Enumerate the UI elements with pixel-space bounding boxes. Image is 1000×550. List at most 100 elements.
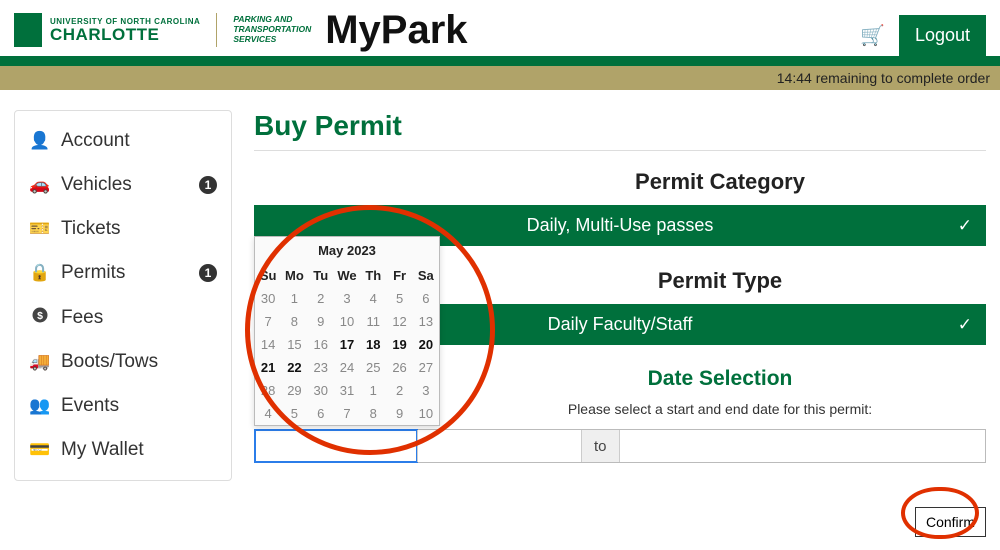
calendar-day: 5 [281,402,307,425]
app-title: MyPark [325,8,467,53]
calendar-dow: Fr [386,264,412,287]
calendar-day: 3 [334,287,360,310]
check-icon: ✓ [958,315,972,335]
calendar-day: 4 [360,287,386,310]
calendar-day: 5 [386,287,412,310]
calendar-day: 6 [308,402,334,425]
permit-category-value: Daily, Multi-Use passes [527,215,714,235]
date-picker-popup: May 2023 SuMoTuWeThFrSa30123456789101112… [254,236,440,426]
sidebar-item-tickets[interactable]: 🎫 Tickets [15,207,231,251]
org-logo: UNIVERSITY OF NORTH CAROLINA CHARLOTTE P… [14,13,311,47]
calendar-day[interactable]: 17 [334,333,360,356]
sidebar-item-label: My Wallet [61,439,144,461]
permit-category-heading: Permit Category [454,169,986,195]
calendar-day: 10 [413,402,439,425]
date-selection-help: Please select a start and end date for t… [454,401,986,417]
calendar-dow: Th [360,264,386,287]
calendar-day: 1 [281,287,307,310]
calendar-day: 23 [308,356,334,379]
calendar-day: 14 [255,333,281,356]
header: UNIVERSITY OF NORTH CAROLINA CHARLOTTE P… [0,0,1000,56]
calendar-day: 30 [255,287,281,310]
calendar-day: 7 [255,310,281,333]
sidebar-item-my-wallet[interactable]: 💳 My Wallet [15,428,231,472]
lock-icon: 🔒 [29,263,51,283]
order-timer: 14:44 remaining to complete order [777,70,990,86]
sidebar-item-label: Account [61,130,130,152]
count-badge: 1 [199,264,217,282]
calendar-day[interactable]: 18 [360,333,386,356]
calendar-day[interactable]: 19 [386,333,412,356]
calendar-day[interactable]: 22 [281,356,307,379]
sidebar-item-label: Permits [61,262,125,284]
ticket-icon: 🎫 [29,219,51,239]
logout-button[interactable]: Logout [899,15,986,56]
calendar-day: 2 [308,287,334,310]
calendar-day: 11 [360,310,386,333]
calendar-day: 16 [308,333,334,356]
calendar-dow: Su [255,264,281,287]
logo-text: UNIVERSITY OF NORTH CAROLINA CHARLOTTE [50,18,200,43]
calendar-day: 28 [255,379,281,402]
wallet-icon: 💳 [29,440,51,460]
sidebar-item-label: Vehicles [61,174,132,196]
calendar-dow: Mo [281,264,307,287]
sidebar-item-vehicles[interactable]: 🚗 Vehicles 1 [15,163,231,207]
logo-dept: PARKING AND TRANSPORTATION SERVICES [233,15,311,44]
sidebar-item-label: Tickets [61,218,120,240]
calendar-day[interactable]: 21 [255,356,281,379]
calendar-day: 27 [413,356,439,379]
calendar-dow: We [334,264,360,287]
calendar-day[interactable]: 20 [413,333,439,356]
dollar-icon: $ [29,306,51,329]
sidebar-item-label: Events [61,395,119,417]
svg-text:$: $ [37,310,43,322]
sidebar-item-account[interactable]: 👤 Account [15,119,231,163]
sidebar-item-permits[interactable]: 🔒 Permits 1 [15,251,231,295]
tow-icon: 🚚 [29,352,51,372]
calendar-day: 6 [413,287,439,310]
start-date-input[interactable] [254,429,418,463]
calendar-day: 8 [360,402,386,425]
cart-icon[interactable]: 🛒 [860,23,885,48]
user-icon: 👤 [29,131,51,151]
header-accent-bar [0,56,1000,66]
calendar-day: 15 [281,333,307,356]
sidebar-item-label: Boots/Tows [61,351,158,373]
sidebar-item-boots-tows[interactable]: 🚚 Boots/Tows [15,340,231,384]
to-label: to [581,430,620,462]
calendar-day: 1 [360,379,386,402]
calendar-dow: Tu [308,264,334,287]
people-icon: 👥 [29,396,51,416]
calendar-month-label: May 2023 [255,237,439,264]
calendar-day: 4 [255,402,281,425]
date-range-row: to [254,429,986,463]
calendar-day: 13 [413,310,439,333]
permit-type-value: Daily Faculty/Staff [548,314,693,334]
calendar-day: 7 [334,402,360,425]
calendar-grid: SuMoTuWeThFrSa30123456789101112131415161… [255,264,439,425]
check-icon: ✓ [958,216,972,236]
logo-name: CHARLOTTE [50,26,200,43]
main-panel: Buy Permit Permit Category Daily, Multi-… [254,110,986,481]
calendar-day: 12 [386,310,412,333]
calendar-day: 8 [281,310,307,333]
permit-type-heading: Permit Type [454,268,986,294]
sidebar-item-fees[interactable]: $ Fees [15,295,231,340]
page-title: Buy Permit [254,110,986,142]
end-date-input[interactable] [620,430,985,462]
calendar-day: 30 [308,379,334,402]
calendar-day: 9 [386,402,412,425]
confirm-button[interactable]: Confirm [915,507,986,537]
timer-bar: 14:44 remaining to complete order [0,66,1000,90]
sidebar-item-events[interactable]: 👥 Events [15,384,231,428]
calendar-day: 25 [360,356,386,379]
calendar-day: 29 [281,379,307,402]
end-date-input-left[interactable] [417,430,581,462]
calendar-day: 9 [308,310,334,333]
date-selection-heading: Date Selection [454,367,986,391]
calendar-day: 10 [334,310,360,333]
logo-divider [216,13,217,47]
calendar-day: 24 [334,356,360,379]
calendar-day: 31 [334,379,360,402]
